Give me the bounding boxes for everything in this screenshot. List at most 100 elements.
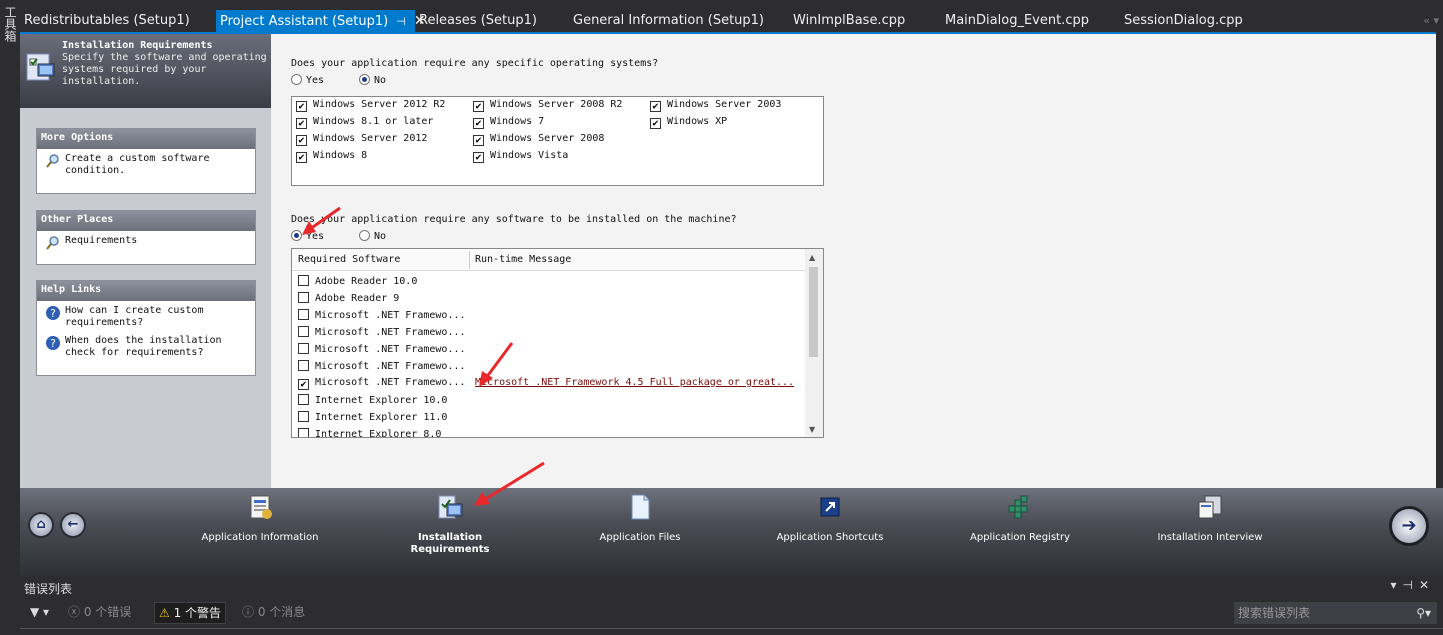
os-label: Windows Vista [490, 150, 569, 161]
table-scrollbar[interactable]: ▲ ▼ [805, 249, 823, 437]
checkbox-checked-icon: ✔ [473, 118, 484, 129]
help-link-installation-check[interactable]: ? When does the installation check for r… [37, 331, 255, 361]
search-icon[interactable]: ⚲▾ [1416, 602, 1431, 624]
table-row[interactable]: Microsoft .NET Framewo... [298, 326, 466, 343]
nav-label: Application Files [599, 532, 681, 543]
software-yes-radio[interactable]: Yes [291, 230, 324, 242]
error-search-input[interactable]: 搜索错误列表 ⚲▾ [1234, 602, 1437, 624]
scroll-up-icon[interactable]: ▲ [809, 253, 815, 262]
help-link-custom-requirements[interactable]: ? How can I create custom requirements? [37, 301, 255, 331]
link-label: Requirements [65, 235, 138, 246]
radio-label: No [374, 231, 387, 242]
checkbox-icon[interactable] [298, 275, 309, 286]
create-custom-condition-link[interactable]: Create a custom software condition. [37, 149, 255, 179]
nav-label: Application Information [201, 532, 319, 543]
filter-icon[interactable]: ▼ ▾ [26, 602, 53, 624]
software-question: Does your application require any softwa… [291, 214, 737, 225]
checkbox-checked-icon: ✔ [296, 118, 307, 129]
table-row[interactable]: Microsoft .NET Framewo... [298, 309, 466, 326]
tab-releases[interactable]: Releases (Setup1) [415, 10, 569, 32]
checkbox-icon[interactable] [298, 343, 309, 354]
os-checkbox[interactable]: ✔ Windows XP [650, 116, 727, 129]
checkbox-checked-icon[interactable]: ✔ [298, 379, 309, 390]
table-row[interactable]: Adobe Reader 9 [298, 292, 399, 309]
toolbox-label[interactable]: 工具箱 [2, 6, 19, 42]
tab-general-information[interactable]: General Information (Setup1) [569, 10, 789, 32]
column-header-required-software[interactable]: Required Software [298, 254, 400, 265]
nav-application-files[interactable]: Application Files [580, 492, 700, 544]
os-checkbox[interactable]: ✔ Windows Server 2012 [296, 133, 427, 146]
table-row[interactable]: Microsoft .NET Framewo... [298, 343, 466, 360]
requirements-link[interactable]: Requirements [37, 231, 255, 250]
software-name: Internet Explorer 8.0 [315, 429, 442, 438]
os-yes-radio[interactable]: Yes [291, 74, 324, 86]
toolbox-strip[interactable]: 工具箱 [0, 0, 20, 635]
table-row[interactable]: Adobe Reader 10.0 [298, 275, 417, 292]
tab-sessiondialog[interactable]: SessionDialog.cpp [1120, 10, 1270, 32]
tab-project-assistant[interactable]: Project Assistant (Setup1) ⊣ ✕ [216, 10, 426, 33]
checkbox-checked-icon: ✔ [473, 135, 484, 146]
os-checkbox[interactable]: ✔ Windows Server 2008 R2 [473, 99, 622, 112]
runtime-message-link[interactable]: Microsoft .NET Framework 4.5 Full packag… [475, 377, 794, 388]
tab-overflow-icon[interactable]: « ▾ [1423, 10, 1439, 32]
checkbox-icon[interactable] [298, 428, 309, 437]
checkbox-icon[interactable] [298, 309, 309, 320]
os-checkbox[interactable]: ✔ Windows Vista [473, 150, 568, 163]
software-name: Adobe Reader 10.0 [315, 276, 418, 287]
table-row[interactable]: Internet Explorer 11.0 [298, 411, 447, 428]
tab-label: Project Assistant (Setup1) [220, 14, 389, 29]
requirements-form: Does your application require any specif… [271, 34, 1436, 490]
interview-icon [1198, 495, 1222, 519]
back-icon[interactable]: ← [60, 512, 86, 538]
table-row[interactable]: ✔ Microsoft .NET Framewo... Microsoft .NET… [298, 377, 803, 394]
nav-application-registry[interactable]: Application Registry [960, 492, 1080, 544]
files-icon [631, 494, 650, 520]
project-assistant-document: Installation Requirements Specify the so… [20, 32, 1436, 490]
radio-icon [359, 230, 370, 241]
os-checkbox[interactable]: ✔ Windows 7 [473, 116, 544, 129]
column-header-runtime-message[interactable]: Run-time Message [475, 254, 571, 265]
tab-label: General Information (Setup1) [573, 13, 765, 28]
table-row[interactable]: Internet Explorer 8.0 [298, 428, 442, 438]
checkbox-checked-icon: ✔ [650, 118, 661, 129]
os-checkbox[interactable]: ✔ Windows Server 2003 [650, 99, 781, 112]
nav-label: Application Shortcuts [776, 532, 884, 543]
tab-maindialog-event[interactable]: MainDialog_Event.cpp [941, 10, 1120, 32]
nav-installation-interview[interactable]: Installation Interview [1150, 492, 1270, 544]
next-icon[interactable]: ➔ [1389, 506, 1429, 546]
table-row[interactable]: Microsoft .NET Framewo... [298, 360, 466, 377]
table-row[interactable]: Internet Explorer 10.0 [298, 394, 447, 411]
checkbox-icon[interactable] [298, 411, 309, 422]
checkbox-icon[interactable] [298, 360, 309, 371]
column-divider[interactable] [469, 251, 470, 269]
errors-filter-button[interactable]: ⓧ 0 个错误 [64, 602, 135, 624]
os-checkbox[interactable]: ✔ Windows Server 2008 [473, 133, 604, 146]
checkbox-icon[interactable] [298, 326, 309, 337]
document-scrollbar[interactable] [1436, 32, 1443, 488]
os-checkbox[interactable]: ✔ Windows 8 [296, 150, 367, 163]
panel-controls[interactable]: ▾⊣✕ [1390, 578, 1435, 592]
radio-label: No [374, 75, 387, 86]
radio-selected-icon [359, 74, 370, 85]
tab-winimplbase[interactable]: WinImplBase.cpp [789, 10, 941, 32]
nav-application-shortcuts[interactable]: Application Shortcuts [770, 492, 890, 544]
software-no-radio[interactable]: No [359, 230, 386, 242]
messages-filter-button[interactable]: ⓘ 0 个消息 [238, 602, 309, 624]
os-checkbox[interactable]: ✔ Windows Server 2012 R2 [296, 99, 445, 112]
table-header: Required Software Run-time Message [292, 249, 805, 271]
panel-title: More Options [37, 129, 255, 149]
home-icon[interactable]: ⌂ [28, 512, 54, 538]
checkbox-icon[interactable] [298, 292, 309, 303]
scroll-down-icon[interactable]: ▼ [809, 425, 815, 434]
error-list-title: 错误列表 [24, 582, 73, 596]
tab-redistributables[interactable]: Redistributables (Setup1) [20, 10, 216, 32]
warnings-filter-button[interactable]: ⚠ 1 个警告 [154, 602, 227, 624]
nav-application-information[interactable]: Application Information [200, 492, 320, 544]
scrollbar-thumb[interactable] [809, 267, 818, 357]
pin-icon[interactable]: ⊣ [396, 11, 406, 33]
nav-installation-requirements[interactable]: Installation Requirements [390, 492, 510, 556]
os-no-radio[interactable]: No [359, 74, 386, 86]
os-checklist: ✔ Windows Server 2012 R2 ✔ Windows 8.1 or … [291, 96, 824, 186]
os-checkbox[interactable]: ✔ Windows 8.1 or later [296, 116, 433, 129]
checkbox-icon[interactable] [298, 394, 309, 405]
